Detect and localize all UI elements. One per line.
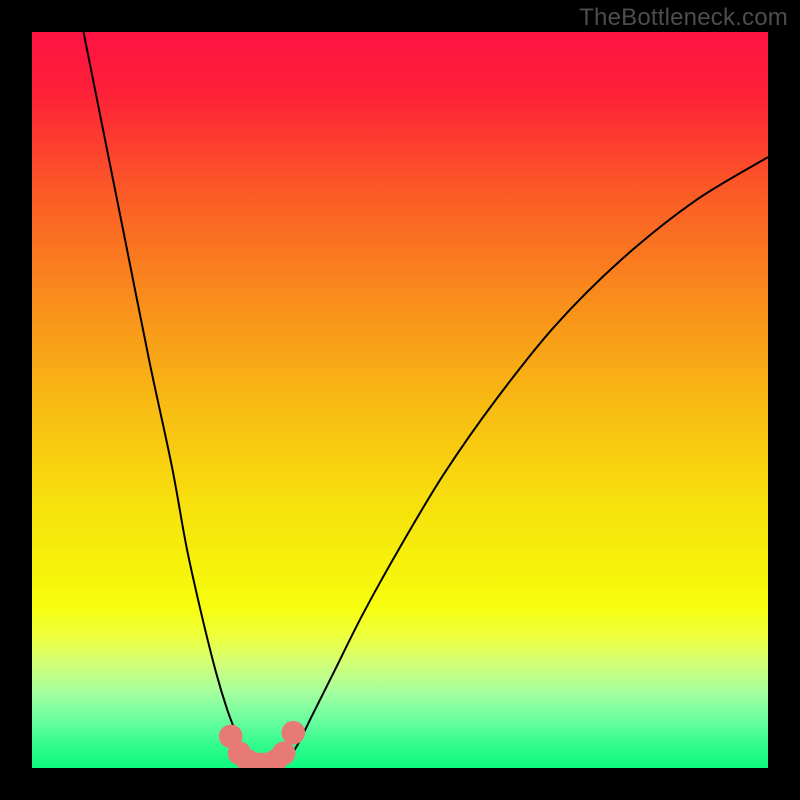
watermark-text: TheBottleneck.com	[579, 4, 788, 32]
bottleneck-curve-left	[84, 32, 253, 768]
data-marker	[276, 745, 292, 761]
data-marker	[285, 725, 301, 741]
bottleneck-curve-right	[282, 157, 768, 768]
plot-area	[32, 32, 768, 768]
curve-layer	[32, 32, 768, 768]
chart-frame: TheBottleneck.com	[0, 0, 800, 800]
marker-group	[223, 725, 302, 768]
